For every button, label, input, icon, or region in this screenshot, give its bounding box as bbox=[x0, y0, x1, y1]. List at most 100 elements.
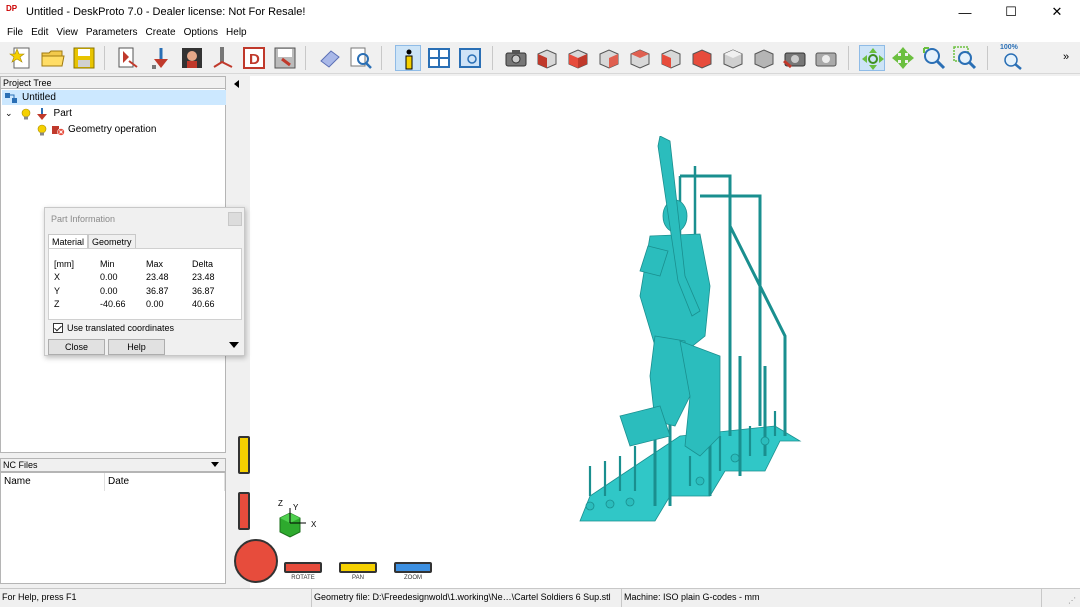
translated-coords-label: Use translated coordinates bbox=[67, 323, 175, 333]
table-header: Min bbox=[100, 258, 115, 269]
maximize-button[interactable]: ☐ bbox=[988, 0, 1034, 24]
rotate-control[interactable] bbox=[284, 562, 322, 573]
part-info-icon[interactable] bbox=[395, 45, 421, 71]
chevron-down-icon[interactable]: ⌄ bbox=[5, 108, 13, 119]
status-bar: For Help, press F1 Geometry file: D:\Fre… bbox=[0, 588, 1080, 607]
menu-parameters[interactable]: Parameters bbox=[82, 24, 142, 42]
import-geometry-icon[interactable] bbox=[115, 45, 141, 71]
zoom-label: ZOOM bbox=[404, 575, 422, 581]
close-window-button[interactable]: ✕ bbox=[1034, 0, 1080, 24]
menu-options[interactable]: Options bbox=[180, 24, 222, 42]
tab-material[interactable]: Material bbox=[48, 234, 89, 249]
view-back-icon[interactable] bbox=[627, 45, 653, 71]
view-front-icon[interactable] bbox=[565, 45, 591, 71]
render-icon[interactable] bbox=[813, 45, 839, 71]
dialog-expand-icon[interactable] bbox=[229, 342, 239, 348]
3d-viewport[interactable]: Z Y X ROTATE PAN ZOOM bbox=[230, 76, 1080, 588]
tool-path-icon[interactable] bbox=[210, 45, 236, 71]
zoom-100-label: 100% bbox=[1000, 44, 1018, 51]
main-toolbar: D 100% » bbox=[0, 42, 1080, 74]
view-top-icon[interactable] bbox=[689, 45, 715, 71]
3d-model[interactable] bbox=[560, 136, 820, 526]
snapshot-icon[interactable] bbox=[782, 45, 808, 71]
view-left-icon[interactable] bbox=[658, 45, 684, 71]
tree-label-part: Part bbox=[53, 108, 72, 119]
rotate-wheel[interactable] bbox=[234, 539, 278, 583]
table-cell: Z bbox=[54, 299, 60, 310]
project-tree-header: Project Tree bbox=[0, 76, 226, 88]
nc-col-date[interactable]: Date bbox=[105, 473, 225, 491]
table-cell: 40.66 bbox=[192, 299, 215, 310]
collapse-panel-icon[interactable] bbox=[234, 80, 239, 88]
menu-create[interactable]: Create bbox=[142, 24, 180, 42]
table-cell: 36.87 bbox=[192, 285, 215, 296]
nc-col-name[interactable]: Name bbox=[1, 473, 105, 491]
view-iso-icon[interactable] bbox=[534, 45, 560, 71]
table-row: Z -40.66 0.00 40.66 bbox=[54, 298, 232, 312]
camera-icon[interactable] bbox=[503, 45, 529, 71]
pan-slider[interactable] bbox=[238, 436, 250, 474]
toolbar-overflow-button[interactable]: » bbox=[1063, 51, 1069, 63]
drawing-d-icon[interactable]: D bbox=[241, 45, 267, 71]
tree-item-geometry-operation[interactable]: Geometry operation bbox=[37, 122, 156, 137]
close-button[interactable]: Close bbox=[48, 339, 105, 355]
table-cell: 23.48 bbox=[192, 272, 215, 283]
part-icon bbox=[35, 107, 49, 120]
status-machine: Machine: ISO plain G-codes - mm bbox=[622, 589, 1042, 607]
layout-view-icon[interactable] bbox=[426, 45, 452, 71]
tree-item-part[interactable]: ⌄ Part bbox=[5, 106, 72, 121]
rotate-slider[interactable] bbox=[238, 492, 250, 530]
pan-control[interactable] bbox=[339, 562, 377, 573]
dropdown-arrow-icon[interactable] bbox=[211, 462, 219, 467]
new-file-icon[interactable] bbox=[9, 45, 35, 71]
translated-coords-row[interactable]: Use translated coordinates bbox=[53, 323, 174, 333]
nc-files-list: Name Date bbox=[0, 472, 226, 584]
eraser-icon[interactable] bbox=[317, 45, 343, 71]
save-icon[interactable] bbox=[71, 45, 97, 71]
lightbulb-icon[interactable] bbox=[37, 124, 47, 136]
open-folder-icon[interactable] bbox=[40, 45, 66, 71]
dimension-table: [mm] Min Max Delta X 0.00 23.48 23.48 Y … bbox=[48, 248, 242, 320]
part-wizard-icon[interactable] bbox=[148, 45, 174, 71]
help-button[interactable]: Help bbox=[108, 339, 165, 355]
lightbulb-icon[interactable] bbox=[21, 108, 31, 120]
table-cell: 23.48 bbox=[146, 272, 169, 283]
tree-item-untitled[interactable]: Untitled bbox=[2, 90, 226, 105]
rotate-view-icon[interactable] bbox=[859, 45, 885, 71]
dialog-close-icon[interactable] bbox=[228, 212, 242, 226]
translated-coords-checkbox[interactable] bbox=[53, 323, 63, 333]
table-cell: X bbox=[54, 272, 61, 283]
table-header: Delta bbox=[192, 258, 214, 269]
view-bottom-icon[interactable] bbox=[720, 45, 746, 71]
tree-label-untitled: Untitled bbox=[22, 92, 56, 103]
nc-files-header[interactable]: NC Files bbox=[0, 458, 226, 472]
rotate-label: ROTATE bbox=[291, 575, 315, 581]
tab-geometry[interactable]: Geometry bbox=[88, 234, 136, 249]
menu-view[interactable]: View bbox=[52, 24, 82, 42]
view-right-icon[interactable] bbox=[596, 45, 622, 71]
pan-view-icon[interactable] bbox=[890, 45, 916, 71]
svg-text:D: D bbox=[249, 51, 260, 68]
save-nc-icon[interactable] bbox=[272, 45, 298, 71]
zoom-in-icon[interactable] bbox=[921, 45, 947, 71]
bitmap-import-icon[interactable] bbox=[179, 45, 205, 71]
preview-window-icon[interactable] bbox=[457, 45, 483, 71]
minimize-button[interactable]: — bbox=[942, 0, 988, 24]
dialog-title: Part Information bbox=[51, 214, 116, 224]
resize-grip-icon[interactable]: ⋰ bbox=[1068, 596, 1076, 605]
window-title: Untitled - DeskProto 7.0 - Dealer licens… bbox=[26, 6, 306, 18]
search-geometry-icon[interactable] bbox=[348, 45, 374, 71]
menu-file[interactable]: File bbox=[3, 24, 27, 42]
table-cell: 0.00 bbox=[100, 272, 118, 283]
axis-x-label: X bbox=[311, 520, 317, 529]
zoom-window-icon[interactable] bbox=[952, 45, 978, 71]
view-solid-icon[interactable] bbox=[751, 45, 777, 71]
table-row: Y 0.00 36.87 36.87 bbox=[54, 284, 232, 298]
menu-help[interactable]: Help bbox=[222, 24, 251, 42]
table-cell: -40.66 bbox=[100, 299, 126, 310]
table-cell: 0.00 bbox=[100, 285, 118, 296]
axis-z-label: Z bbox=[278, 499, 283, 508]
zoom-control[interactable] bbox=[394, 562, 432, 573]
status-help: For Help, press F1 bbox=[0, 589, 312, 607]
menu-edit[interactable]: Edit bbox=[27, 24, 52, 42]
